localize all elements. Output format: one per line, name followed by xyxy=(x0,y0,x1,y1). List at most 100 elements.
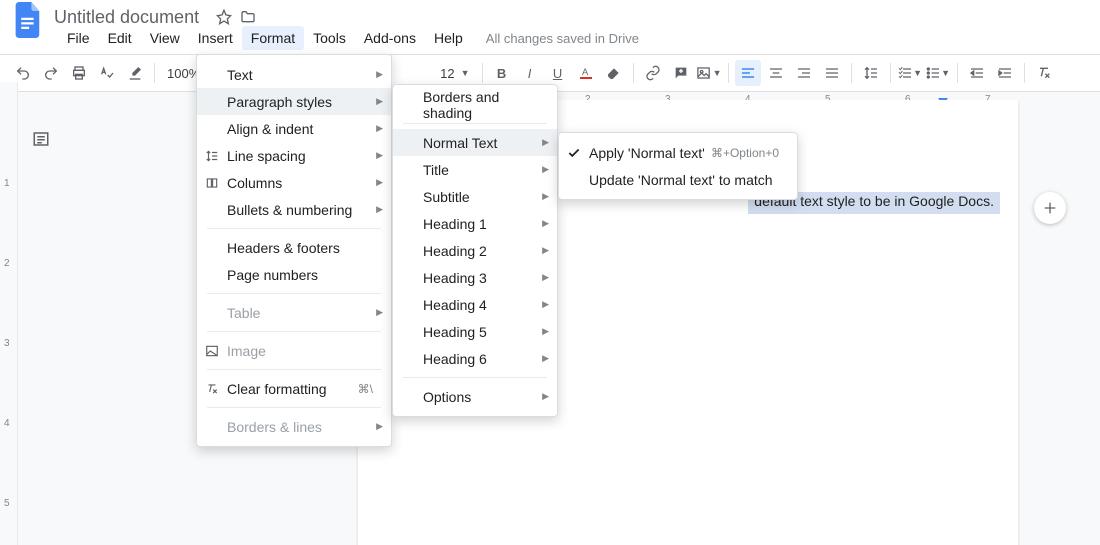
insert-comment-button[interactable] xyxy=(668,60,694,86)
format-clear-item[interactable]: Clear formatting⌘\ xyxy=(197,375,391,402)
increase-indent-button[interactable] xyxy=(992,60,1018,86)
menu-tools[interactable]: Tools xyxy=(304,26,355,50)
menu-edit[interactable]: Edit xyxy=(99,26,141,50)
paint-format-button[interactable] xyxy=(122,60,148,86)
bold-button[interactable]: B xyxy=(489,60,515,86)
menu-addons[interactable]: Add-ons xyxy=(355,26,425,50)
format-text-item[interactable]: Text▶ xyxy=(197,61,391,88)
chevron-right-icon: ▶ xyxy=(542,391,549,402)
menu-view[interactable]: View xyxy=(141,26,189,50)
chevron-right-icon: ▶ xyxy=(542,326,549,337)
apply-normal-text-item[interactable]: Apply 'Normal text' ⌘+Option+0 xyxy=(559,139,797,166)
align-left-button[interactable] xyxy=(735,60,761,86)
save-status: All changes saved in Drive xyxy=(486,31,639,46)
separator xyxy=(851,63,852,83)
format-page-numbers-item[interactable]: Page numbers xyxy=(197,261,391,288)
outline-toggle-icon[interactable] xyxy=(30,128,52,150)
format-borders-lines-item: Borders & lines▶ xyxy=(197,413,391,440)
subtitle-item[interactable]: Subtitle▶ xyxy=(393,183,557,210)
chevron-right-icon: ▶ xyxy=(542,353,549,364)
menu-format[interactable]: Format xyxy=(242,26,304,50)
decrease-indent-button[interactable] xyxy=(964,60,990,86)
normal-text-item[interactable]: Normal Text▶ xyxy=(393,129,557,156)
menu-separator xyxy=(403,123,547,124)
separator xyxy=(1024,63,1025,83)
heading2-item[interactable]: Heading 2▶ xyxy=(393,237,557,264)
format-bullets-item[interactable]: Bullets & numbering▶ xyxy=(197,196,391,223)
menu-help[interactable]: Help xyxy=(425,26,472,50)
chevron-right-icon: ▶ xyxy=(542,218,549,229)
move-folder-icon[interactable] xyxy=(239,8,257,26)
highlight-button[interactable] xyxy=(601,60,627,86)
menu-separator xyxy=(207,293,381,294)
underline-button[interactable]: U xyxy=(545,60,571,86)
chevron-down-icon: ▼ xyxy=(941,68,950,78)
redo-button[interactable] xyxy=(38,60,64,86)
heading6-item[interactable]: Heading 6▶ xyxy=(393,345,557,372)
insert-link-button[interactable] xyxy=(640,60,666,86)
menu-insert[interactable]: Insert xyxy=(189,26,242,50)
chevron-right-icon: ▶ xyxy=(376,307,383,318)
update-normal-text-item[interactable]: Update 'Normal text' to match xyxy=(559,166,797,193)
svg-text:A: A xyxy=(582,67,589,77)
borders-shading-item[interactable]: Borders and shading xyxy=(393,91,557,118)
chevron-right-icon: ▶ xyxy=(542,299,549,310)
doc-title[interactable]: Untitled document xyxy=(54,7,199,28)
vruler-tick: 2 xyxy=(4,258,10,269)
heading5-item[interactable]: Heading 5▶ xyxy=(393,318,557,345)
check-icon xyxy=(565,146,583,160)
chevron-right-icon: ▶ xyxy=(376,177,383,188)
line-spacing-button[interactable] xyxy=(858,60,884,86)
title-item[interactable]: Title▶ xyxy=(393,156,557,183)
shortcut-label: ⌘\ xyxy=(358,382,373,396)
font-size-select[interactable]: 12 ▼ xyxy=(434,66,475,81)
separator xyxy=(633,63,634,83)
vruler-tick: 3 xyxy=(4,338,10,349)
paragraph-styles-dropdown: Borders and shading Normal Text▶ Title▶ … xyxy=(392,84,558,417)
print-button[interactable] xyxy=(66,60,92,86)
chevron-right-icon: ▶ xyxy=(376,96,383,107)
spellcheck-button[interactable] xyxy=(94,60,120,86)
insert-image-button[interactable]: ▼ xyxy=(696,60,722,86)
line-spacing-icon xyxy=(203,149,221,163)
docs-logo[interactable] xyxy=(10,2,46,38)
font-size-value: 12 xyxy=(440,66,454,81)
options-item[interactable]: Options▶ xyxy=(393,383,557,410)
chevron-right-icon: ▶ xyxy=(376,421,383,432)
chevron-right-icon: ▶ xyxy=(376,204,383,215)
separator xyxy=(482,63,483,83)
menu-separator xyxy=(403,377,547,378)
format-paragraph-styles-item[interactable]: Paragraph styles▶ xyxy=(197,88,391,115)
menu-file[interactable]: File xyxy=(58,26,99,50)
heading3-item[interactable]: Heading 3▶ xyxy=(393,264,557,291)
format-table-item: Table▶ xyxy=(197,299,391,326)
vruler-tick: 1 xyxy=(4,178,10,189)
align-center-button[interactable] xyxy=(763,60,789,86)
vruler-tick: 5 xyxy=(4,498,10,509)
align-justify-button[interactable] xyxy=(819,60,845,86)
menu-separator xyxy=(207,369,381,370)
image-icon xyxy=(203,344,221,358)
shortcut-label: ⌘+Option+0 xyxy=(711,146,779,160)
format-line-spacing-item[interactable]: Line spacing▶ xyxy=(197,142,391,169)
text-color-button[interactable]: A xyxy=(573,60,599,86)
chevron-right-icon: ▶ xyxy=(376,123,383,134)
chevron-down-icon: ▼ xyxy=(713,68,722,78)
chevron-right-icon: ▶ xyxy=(376,69,383,80)
vertical-ruler[interactable]: 1 2 3 4 5 xyxy=(0,82,18,545)
format-align-indent-item[interactable]: Align & indent▶ xyxy=(197,115,391,142)
explore-button[interactable] xyxy=(1034,192,1066,224)
heading4-item[interactable]: Heading 4▶ xyxy=(393,291,557,318)
align-right-button[interactable] xyxy=(791,60,817,86)
checklist-button[interactable]: ▼ xyxy=(897,60,923,86)
heading1-item[interactable]: Heading 1▶ xyxy=(393,210,557,237)
format-headers-footers-item[interactable]: Headers & footers xyxy=(197,234,391,261)
format-columns-item[interactable]: Columns▶ xyxy=(197,169,391,196)
chevron-right-icon: ▶ xyxy=(542,164,549,175)
bulleted-list-button[interactable]: ▼ xyxy=(925,60,951,86)
italic-button[interactable]: I xyxy=(517,60,543,86)
chevron-down-icon: ▼ xyxy=(461,68,470,78)
format-dropdown: Text▶ Paragraph styles▶ Align & indent▶ … xyxy=(196,54,392,447)
clear-formatting-button[interactable] xyxy=(1031,60,1057,86)
star-icon[interactable] xyxy=(215,8,233,26)
